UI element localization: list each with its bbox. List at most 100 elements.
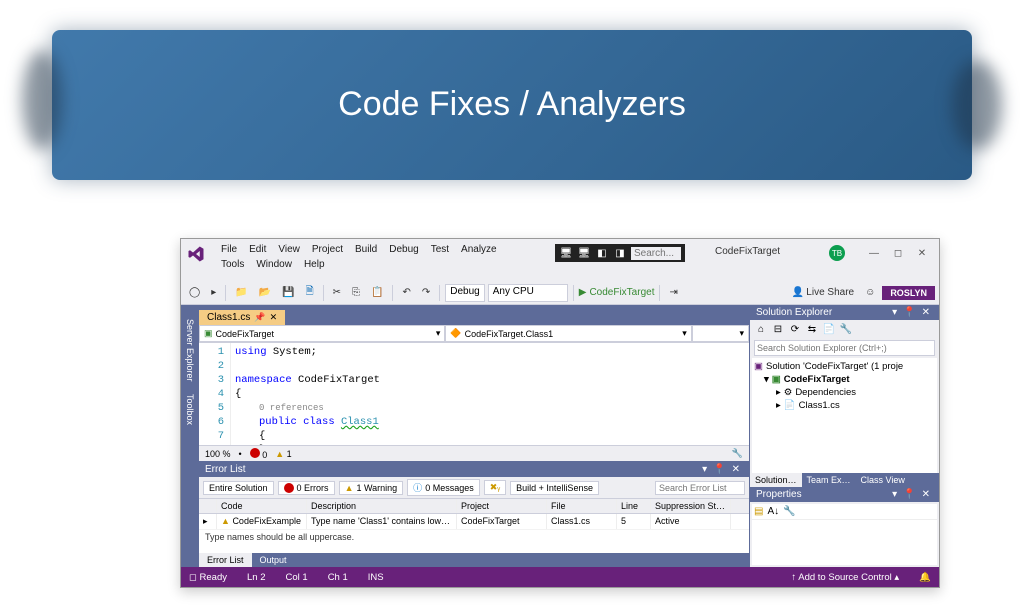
menu-build[interactable]: Build — [349, 242, 383, 257]
monitor-icon[interactable]: 🖥 — [559, 246, 573, 260]
expand-icon[interactable]: ▸ — [199, 514, 217, 529]
monitor2-icon[interactable]: 🖥 — [577, 246, 591, 260]
panel-pin-icon[interactable]: 📍 — [710, 464, 728, 475]
close-button[interactable]: ✕ — [911, 245, 933, 261]
solution-search — [754, 340, 935, 356]
se-dropdown-icon[interactable]: ▾ — [889, 307, 900, 318]
solution-search-input[interactable] — [754, 340, 935, 356]
pin-icon[interactable]: 📌 — [254, 312, 265, 323]
tab-error-list[interactable]: Error List — [199, 553, 252, 567]
solution-explorer-title[interactable]: Solution Explorer ▾ 📍 ✕ — [750, 305, 939, 320]
prop-close-icon[interactable]: ✕ — [919, 489, 933, 500]
nav-fwd-button[interactable]: ▸ — [207, 285, 220, 300]
sync-icon[interactable]: ⇆ — [805, 322, 819, 336]
copy-button[interactable]: ⎘ — [348, 285, 364, 300]
error-list-title[interactable]: Error List ▾ 📍 ✕ — [199, 462, 749, 477]
add-source-control[interactable]: ↑ Add to Source Control ▴ — [791, 572, 899, 583]
warnings-filter[interactable]: ▲1 Warning — [339, 481, 404, 495]
code-editor[interactable]: 123456789 using System; namespace CodeFi… — [199, 343, 749, 445]
window-icon[interactable]: ◧ — [595, 246, 609, 260]
solution-tree[interactable]: ▣Solution 'CodeFixTarget' (1 proje ▾ ▣Co… — [752, 358, 937, 473]
panel-close-icon[interactable]: ✕ — [729, 464, 743, 475]
minimize-button[interactable]: — — [863, 245, 885, 261]
menu-view[interactable]: View — [272, 242, 306, 257]
platform-combo[interactable]: Any CPU — [488, 284, 568, 302]
build-combo[interactable]: Build + IntelliSense — [510, 481, 599, 495]
zoom-label[interactable]: 100 % — [205, 449, 231, 459]
errors-filter[interactable]: 0 Errors — [278, 481, 335, 495]
toolbox-tab[interactable]: Toolbox — [185, 390, 195, 429]
error-search-input[interactable] — [655, 481, 745, 495]
se-pin-icon[interactable]: 📍 — [900, 307, 918, 318]
collapse-icon[interactable]: ⊟ — [771, 322, 785, 336]
error-count[interactable]: 0 — [250, 448, 268, 460]
error-row[interactable]: ▸ ▲ CodeFixExample Type name 'Class1' co… — [199, 514, 749, 530]
user-badge[interactable]: TB — [829, 245, 845, 261]
menu-edit[interactable]: Edit — [243, 242, 272, 257]
code-body[interactable]: using System; namespace CodeFixTarget { … — [231, 343, 384, 445]
open-button[interactable]: 📂 — [255, 285, 275, 300]
scope-combo[interactable]: Entire Solution — [203, 481, 274, 495]
notifications-icon[interactable]: 🔔 — [919, 572, 931, 583]
menu-test[interactable]: Test — [425, 242, 455, 257]
tab-solution[interactable]: Solution… — [750, 473, 802, 487]
tab-classview[interactable]: Class View — [856, 473, 910, 487]
menu-analyze[interactable]: Analyze — [455, 242, 503, 257]
properties-title[interactable]: Properties ▾ 📍 ✕ — [750, 487, 939, 502]
refresh-icon[interactable]: ⟳ — [788, 322, 802, 336]
prop-dropdown-icon[interactable]: ▾ — [889, 489, 900, 500]
tree-file[interactable]: ▸ 📄Class1.cs — [754, 399, 935, 412]
nav-project-combo[interactable]: ▣CodeFixTarget▾ — [199, 325, 445, 342]
nav-scope-combo[interactable]: 🔶CodeFixTarget.Class1▾ — [445, 325, 691, 342]
save-all-button[interactable]: 🗎 — [302, 282, 318, 303]
close-tab-icon[interactable]: ✕ — [270, 312, 278, 323]
prop-pin-icon[interactable]: 📍 — [900, 489, 918, 500]
categorized-icon[interactable]: ▤ — [754, 506, 763, 517]
feedback-button[interactable]: ☺ — [861, 285, 879, 300]
warn-count[interactable]: ▲ 1 — [275, 449, 291, 459]
tree-dependencies[interactable]: ▸ ⚙Dependencies — [754, 386, 935, 399]
tab-class1[interactable]: Class1.cs 📌 ✕ — [199, 310, 285, 325]
build-icon[interactable]: 🔧 — [732, 448, 743, 459]
menu-help[interactable]: Help — [298, 257, 331, 272]
menu-debug[interactable]: Debug — [383, 242, 424, 257]
filter-button[interactable]: ✖ᵧ — [484, 480, 506, 495]
menu-window[interactable]: Window — [250, 257, 298, 272]
properties-icon[interactable]: 🔧 — [839, 322, 853, 336]
tree-solution[interactable]: ▣Solution 'CodeFixTarget' (1 proje — [754, 360, 935, 373]
tab-team[interactable]: Team Ex… — [802, 473, 856, 487]
roslyn-badge[interactable]: ROSLYN — [882, 286, 935, 300]
menu-file[interactable]: File — [215, 242, 243, 257]
title-search-input[interactable] — [631, 247, 681, 260]
run-button[interactable]: ▶ CodeFixTarget — [579, 287, 655, 298]
window2-icon[interactable]: ◨ — [613, 246, 627, 260]
messages-filter[interactable]: ⓘ0 Messages — [407, 479, 480, 496]
server-explorer-tab[interactable]: Server Explorer — [185, 315, 195, 386]
cut-button[interactable]: ✂ — [329, 285, 345, 300]
live-share-button[interactable]: 👤 Live Share — [788, 285, 858, 300]
window-controls: — ◻ ✕ — [863, 245, 933, 261]
alpha-icon[interactable]: A↓ — [767, 506, 779, 517]
undo-button[interactable]: ↶ — [398, 285, 414, 300]
class-name-squiggly[interactable]: Class1 — [341, 416, 379, 428]
main-menu: File Edit View Project Build Debug Test … — [215, 242, 505, 272]
new-project-button[interactable]: 📁 — [231, 285, 251, 300]
nav-back-button[interactable]: ◯ — [185, 285, 204, 300]
showall-icon[interactable]: 📄 — [822, 322, 836, 336]
paste-button[interactable]: 📋 — [367, 285, 387, 300]
wrench-icon[interactable]: 🔧 — [783, 506, 795, 517]
save-button[interactable]: 💾 — [278, 285, 298, 300]
redo-button[interactable]: ↷ — [418, 285, 434, 300]
tab-output[interactable]: Output — [252, 553, 295, 567]
menu-tools[interactable]: Tools — [215, 257, 250, 272]
nav-member-combo[interactable]: ▾ — [692, 325, 749, 342]
menu-project[interactable]: Project — [306, 242, 349, 257]
config-combo[interactable]: Debug — [445, 284, 484, 302]
se-close-icon[interactable]: ✕ — [919, 307, 933, 318]
home-icon[interactable]: ⌂ — [754, 322, 768, 336]
panel-dropdown-icon[interactable]: ▾ — [699, 464, 710, 475]
error-grid[interactable]: CodeDescriptionProjectFileLineSuppressio… — [199, 499, 749, 553]
tree-project[interactable]: ▾ ▣CodeFixTarget — [754, 373, 935, 386]
maximize-button[interactable]: ◻ — [887, 245, 909, 261]
step-button[interactable]: ⇥ — [665, 285, 681, 300]
